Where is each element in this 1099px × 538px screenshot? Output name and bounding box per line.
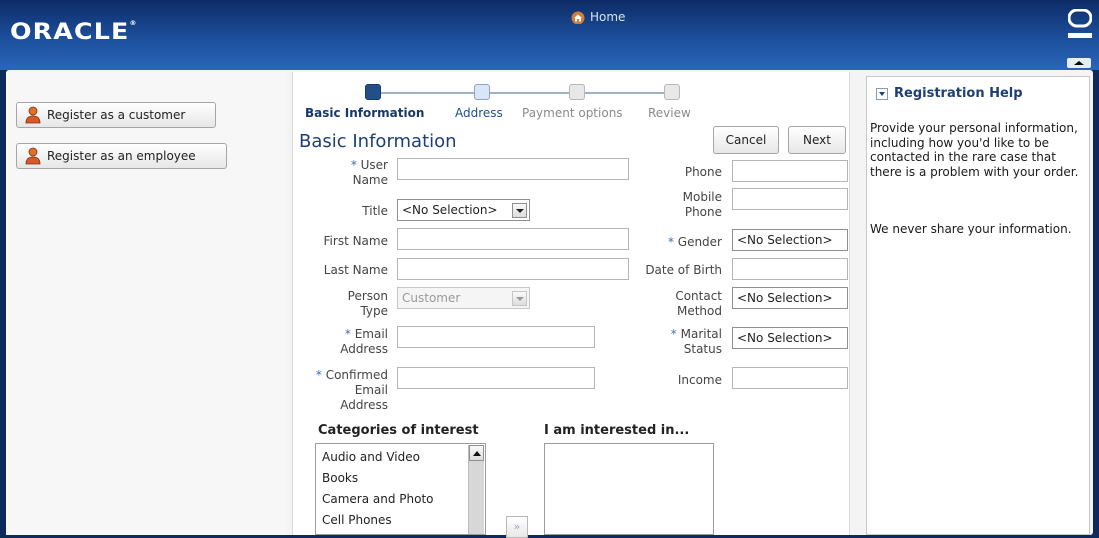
title-select[interactable]: <No Selection> [397,199,530,221]
scroll-up-icon[interactable] [469,445,484,461]
mobile-phone-label: Mobile Phone [682,190,722,219]
list-item[interactable]: Camera and Photo [322,492,434,506]
train-label-payment-options: Payment options [522,106,623,120]
confirmed-email-label: * Confirmed Email Address [315,368,388,412]
income-input[interactable] [732,367,848,389]
selected-interests-listbox[interactable] [544,443,714,535]
page-title: Basic Information [299,131,457,152]
user-name-label: * User Name [350,158,388,187]
email-label: * Email Address [340,327,388,356]
contact-method-select[interactable]: <No Selection> [732,287,848,309]
register-employee-button[interactable]: Register as an employee [16,143,227,169]
list-item[interactable]: Cell Phones [322,513,392,527]
help-paragraph-1: Provide your personal information, inclu… [870,121,1079,179]
first-name-input[interactable] [397,228,629,250]
marital-status-select[interactable]: <No Selection> [732,327,848,349]
register-employee-label: Register as an employee [47,149,196,163]
train-connector [380,92,670,94]
train-label-address[interactable]: Address [455,106,503,120]
marital-status-label: * Marital Status [670,327,722,356]
gender-select-value: <No Selection> [737,233,833,247]
gender-select[interactable]: <No Selection> [732,229,848,251]
person-type-value: Customer [402,291,461,305]
oracle-o-icon[interactable] [1068,9,1092,39]
marital-status-value: <No Selection> [737,331,833,345]
register-customer-label: Register as a customer [47,108,186,122]
register-customer-button[interactable]: Register as a customer [16,102,216,128]
train-label-basic-information[interactable]: Basic Information [305,106,424,120]
person-icon [25,106,41,124]
categories-heading: Categories of interest [318,423,479,438]
oracle-logo: ORACLE® [10,20,138,45]
user-name-input[interactable] [397,158,629,180]
phone-label: Phone [684,165,722,179]
contact-method-value: <No Selection> [737,291,833,305]
date-of-birth-label: Date of Birth [645,263,722,277]
help-title-text: Registration Help [894,86,1023,101]
left-panel [6,72,286,535]
collapse-header-button[interactable] [1067,58,1091,68]
dropdown-arrow-icon[interactable] [512,203,527,218]
list-item[interactable]: Audio and Video [322,450,420,464]
dropdown-arrow-icon [512,291,527,306]
next-button[interactable]: Next [788,126,846,154]
person-type-select: Customer [397,287,530,309]
home-link[interactable]: Home [571,10,625,24]
list-item[interactable]: Books [322,471,358,485]
interested-heading: I am interested in... [544,423,690,438]
confirmed-email-input[interactable] [397,367,595,389]
disclosure-icon[interactable] [876,87,888,100]
cancel-button[interactable]: Cancel [713,126,779,154]
train-label-review: Review [648,106,691,120]
gender-label: * Gender [667,235,722,249]
email-input[interactable] [397,326,595,348]
phone-input[interactable] [732,160,848,182]
train-stop-payment-options [569,84,585,100]
train-stop-address[interactable] [474,84,490,100]
train-stop-review [664,84,680,100]
last-name-input[interactable] [397,258,629,280]
help-title[interactable]: Registration Help [876,86,1023,101]
required-marker: * [350,158,357,172]
title-label: Title [362,204,388,218]
person-icon [25,147,41,165]
app-header: ORACLE® Home [0,0,1099,70]
last-name-label: Last Name [323,263,388,277]
mobile-phone-input[interactable] [732,188,848,210]
train-stop-basic-information[interactable] [365,84,381,100]
title-select-value: <No Selection> [402,203,498,217]
person-type-label: Person Type [347,289,388,318]
list-scrollbar[interactable] [468,445,484,534]
date-of-birth-input[interactable] [732,258,848,280]
categories-listbox[interactable]: Audio and Video Books Camera and Photo C… [315,443,486,535]
help-paragraph-2: We never share your information. [870,222,1072,236]
first-name-label: First Name [323,234,388,248]
home-icon [571,11,585,24]
home-link-label: Home [590,10,626,24]
contact-method-label: Contact Method [675,289,722,318]
income-label: Income [677,373,722,387]
